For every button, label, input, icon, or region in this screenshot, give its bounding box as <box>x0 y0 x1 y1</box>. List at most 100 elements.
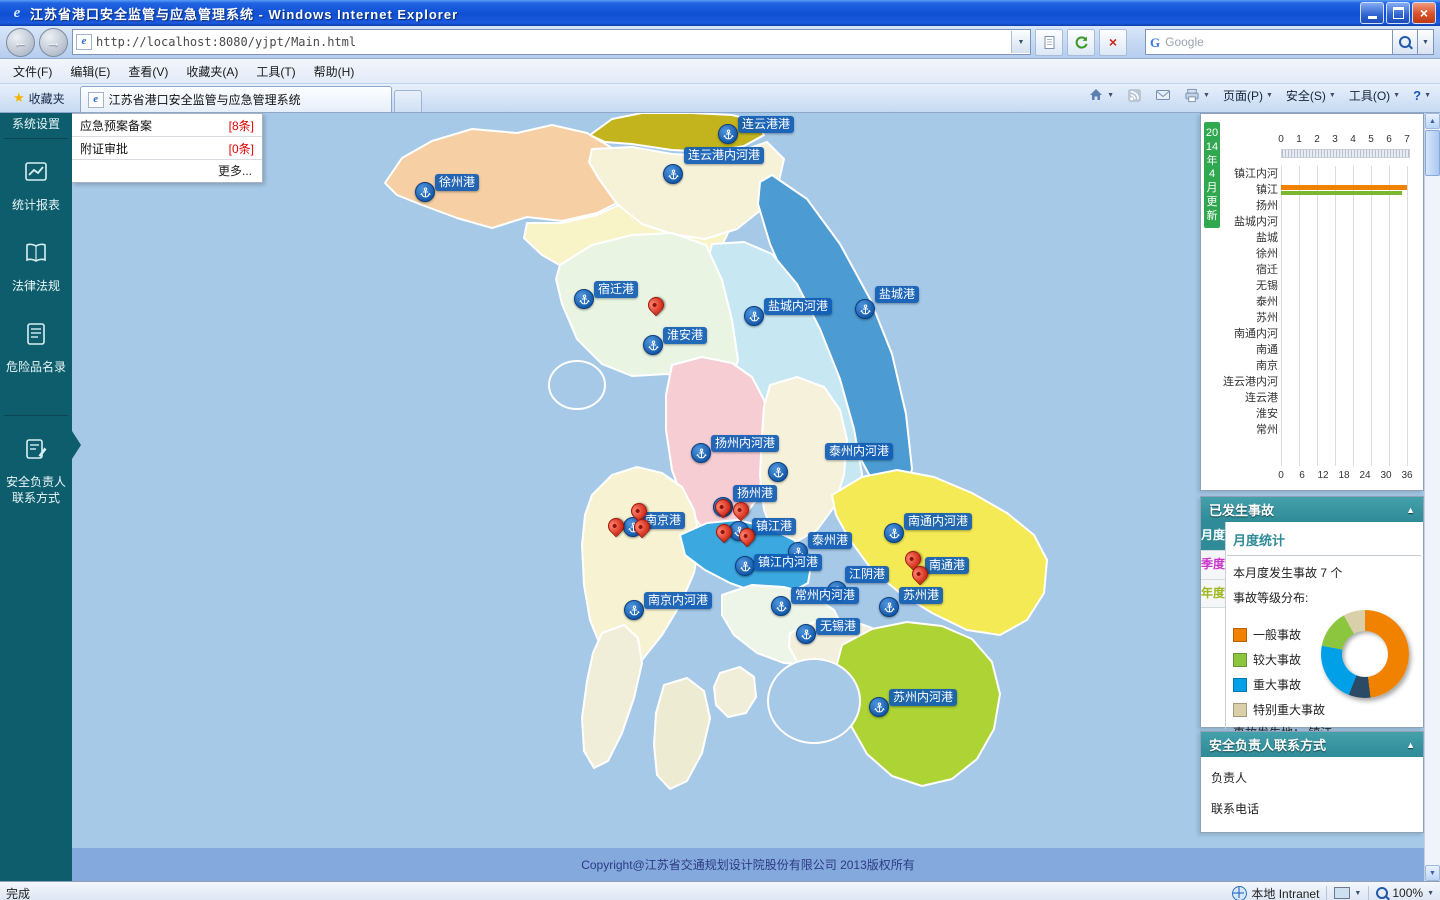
tab-active[interactable]: e 江苏省港口安全监管与应急管理系统 <box>79 86 392 112</box>
globe-icon <box>1232 885 1248 900</box>
home-icon <box>1090 89 1103 100</box>
restore-button[interactable] <box>1386 2 1410 24</box>
stats-row-label: 南京 <box>1256 360 1278 372</box>
port-label[interactable]: 常州内河港 <box>791 587 860 604</box>
map-area[interactable]: 连云港港连云港内河港徐州港宿迁港淮安港 盐城内河港 盐城港扬州内河港 泰州内河港扬州港… <box>72 113 1424 881</box>
info-row-应急预案备案[interactable]: 应急预案备案 [8条] <box>72 114 262 137</box>
sidebar-item-label: 统计报表 <box>11 198 60 212</box>
accident-tab-月度[interactable]: 月度 <box>1201 522 1225 551</box>
anchor-icon <box>579 294 589 304</box>
port-label[interactable]: 徐州港 <box>435 174 480 191</box>
zoom-icon <box>1376 887 1389 899</box>
page-menu-button[interactable]: 页面(P) ▼ <box>1218 85 1278 106</box>
stats-row-label: 徐州 <box>1256 248 1278 260</box>
port-label[interactable]: 江阴港 <box>845 566 890 583</box>
protected-mode-indicator[interactable]: ▼ <box>1334 887 1361 899</box>
port-label[interactable]: 连云港港 <box>738 116 795 133</box>
port-label[interactable]: 宿迁港 <box>594 281 639 298</box>
stop-button[interactable]: × <box>1099 28 1127 56</box>
bar-chart-bottom-axis: 0 6 12 18 24 30 36 <box>1278 470 1412 482</box>
sidebar-item-安全负责人联系方式[interactable]: 安全负责人 联系方式 <box>0 422 72 519</box>
scroll-up-button[interactable]: ▲ <box>1425 113 1440 129</box>
search-button[interactable] <box>1393 29 1418 55</box>
stats-row-label: 连云港 <box>1245 392 1278 404</box>
port-label[interactable]: 南京内河港 <box>644 592 713 609</box>
sidebar-item-危险品名录[interactable]: 危险品名录 <box>0 307 72 388</box>
port-label[interactable]: 盐城港 <box>875 286 920 303</box>
port-label[interactable]: 连云港内河港 <box>684 147 765 164</box>
vertical-scrollbar[interactable]: ▲ ▼ <box>1424 113 1440 881</box>
page-icon: e <box>76 34 92 50</box>
magnifier-icon <box>1399 36 1411 48</box>
stats-row-苏州: 苏州 <box>1201 310 1415 326</box>
port-label[interactable]: 镇江内河港 <box>754 554 823 571</box>
zoom-control[interactable]: 100% ▼ <box>1376 886 1434 900</box>
scroll-down-button[interactable]: ▼ <box>1425 865 1440 881</box>
legend-swatch <box>1233 677 1247 692</box>
accident-panel-header[interactable]: 已发生事故 ▲ <box>1201 497 1423 522</box>
port-label[interactable]: 泰州港 <box>808 532 853 549</box>
new-tab-button[interactable] <box>393 90 422 112</box>
stats-row-plot <box>1281 390 1411 406</box>
menu-item-收藏夹(A)[interactable]: 收藏夹(A) <box>177 60 247 83</box>
tools-menu-button[interactable]: 工具(O) ▼ <box>1344 85 1405 106</box>
compatibility-view-button[interactable] <box>1035 28 1063 56</box>
search-area: G Google ▼ <box>1145 29 1434 55</box>
sidebar-item-system-settings[interactable]: 系统设置 <box>0 113 72 132</box>
menu-item-工具(T)[interactable]: 工具(T) <box>247 60 304 83</box>
anchor-icon <box>723 129 733 139</box>
collapse-icon[interactable]: ▲ <box>1406 505 1415 515</box>
port-label[interactable]: 南通内河港 <box>904 513 973 530</box>
port-label[interactable]: 无锡港 <box>816 618 861 635</box>
minimize-button[interactable] <box>1360 2 1384 24</box>
port-label[interactable]: 镇江港 <box>752 518 797 535</box>
menu-item-编辑(E)[interactable]: 编辑(E) <box>61 60 119 83</box>
search-options-button[interactable]: ▼ <box>1418 29 1434 55</box>
port-label[interactable]: 苏州内河港 <box>889 689 958 706</box>
scroll-thumb[interactable] <box>1425 130 1440 176</box>
url-box[interactable]: e http://localhost:8080/yjpt/Main.html ▼ <box>72 29 1031 55</box>
port-label[interactable]: 泰州内河港 <box>825 443 894 460</box>
rss-icon <box>1127 88 1142 102</box>
home-button[interactable]: ▼ <box>1083 85 1119 105</box>
back-button[interactable]: ← <box>6 27 35 57</box>
help-button[interactable]: ? ▼ <box>1408 86 1436 105</box>
refresh-button[interactable] <box>1067 28 1095 56</box>
safety-menu-button[interactable]: 安全(S) ▼ <box>1281 85 1341 106</box>
top-axis-label: 1 <box>1296 134 1302 145</box>
anchor-icon <box>629 605 639 615</box>
url-dropdown-button[interactable]: ▼ <box>1011 31 1030 53</box>
forward-button[interactable]: → <box>39 27 68 57</box>
menu-item-帮助(H)[interactable]: 帮助(H) <box>305 60 364 83</box>
port-label[interactable]: 盐城内河港 <box>764 298 833 315</box>
url-text[interactable]: http://localhost:8080/yjpt/Main.html <box>96 35 1011 49</box>
divider <box>4 138 68 139</box>
print-button[interactable]: ▼ <box>1179 86 1215 105</box>
collapse-icon[interactable]: ▲ <box>1406 740 1415 750</box>
info-row-附证审批[interactable]: 附证审批 [0条] <box>72 137 262 160</box>
stats-row-plot <box>1281 294 1411 310</box>
feeds-button[interactable] <box>1122 86 1147 105</box>
sidebar-item-统计报表[interactable]: 统计报表 <box>0 145 72 226</box>
menu-item-查看(V)[interactable]: 查看(V) <box>119 60 177 83</box>
search-input[interactable]: G Google <box>1145 29 1393 55</box>
more-link[interactable]: 更多... <box>72 160 262 182</box>
sidebar-item-label: 安全负责人 联系方式 <box>5 474 66 505</box>
sidebar-item-法律法规[interactable]: 法律法规 <box>0 226 72 307</box>
menu-item-文件(F)[interactable]: 文件(F) <box>4 60 61 83</box>
stats-row-plot <box>1281 246 1411 262</box>
port-label[interactable]: 淮安港 <box>663 327 708 344</box>
port-label[interactable]: 扬州港 <box>733 485 778 502</box>
port-label[interactable]: 扬州内河港 <box>711 435 780 452</box>
list-icon <box>27 323 45 346</box>
accident-tab-季度[interactable]: 季度 <box>1201 550 1225 580</box>
favorites-button[interactable]: ★ 收藏夹 <box>4 86 74 110</box>
legend-swatch <box>1233 702 1247 717</box>
accident-tab-年度[interactable]: 年度 <box>1201 579 1225 609</box>
contact-panel-header[interactable]: 安全负责人联系方式 ▲ <box>1201 732 1423 757</box>
mail-button[interactable] <box>1150 86 1176 104</box>
port-label[interactable]: 南通港 <box>925 557 970 574</box>
close-button[interactable]: × <box>1412 2 1436 24</box>
pin-icon <box>644 293 668 317</box>
port-label[interactable]: 苏州港 <box>899 587 944 604</box>
